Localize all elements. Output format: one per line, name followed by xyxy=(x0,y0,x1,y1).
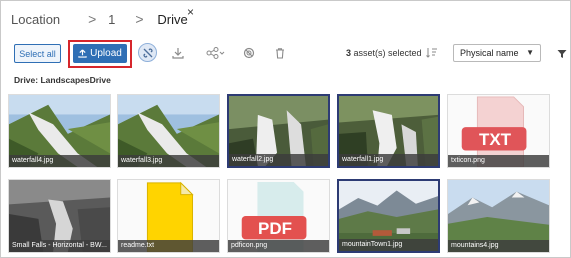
asset-tile[interactable]: waterfall3.jpg xyxy=(117,94,220,168)
filter-icon[interactable] xyxy=(557,46,567,64)
asset-tile-selected[interactable]: mountainTown1.jpg xyxy=(337,179,440,253)
sort-icon[interactable] xyxy=(426,46,438,64)
selection-suffix: asset(s) selected xyxy=(351,48,422,58)
breadcrumb-current: Drive xyxy=(157,11,188,27)
share-icon[interactable] xyxy=(205,44,227,62)
close-icon[interactable]: × xyxy=(187,5,194,19)
asset-tile[interactable]: TXT txticon.png xyxy=(447,94,550,168)
asset-tile[interactable]: PDF pdficon.png xyxy=(227,179,330,253)
selection-count: 3 asset(s) selected xyxy=(346,48,422,58)
asset-tile-selected[interactable]: waterfall2.jpg xyxy=(227,94,330,168)
no-entry-icon[interactable] xyxy=(240,44,258,62)
asset-name: mountains4.jpg xyxy=(448,240,549,252)
drive-label-prefix: Drive: xyxy=(14,75,39,85)
breadcrumb-location[interactable]: Location xyxy=(11,12,60,27)
pdf-badge-label: PDF xyxy=(258,219,292,238)
upload-label: Upload xyxy=(90,48,122,59)
download-icon[interactable] xyxy=(169,44,187,62)
drive-name: LandscapesDrive xyxy=(40,75,111,85)
asset-browser-window: Location > 1 > Drive × Select all Upload xyxy=(0,0,571,258)
sort-select-value: Physical name xyxy=(460,48,519,58)
asset-name: waterfall3.jpg xyxy=(118,155,219,167)
asset-tile-selected[interactable]: waterfall1.jpg xyxy=(337,94,440,168)
asset-name: waterfall4.jpg xyxy=(9,155,110,167)
asset-name: Small Falls - Horizontal - BW... xyxy=(9,240,110,252)
asset-tile[interactable]: waterfall4.jpg xyxy=(8,94,111,168)
asset-tile[interactable]: readme.txt xyxy=(117,179,220,253)
asset-tile[interactable]: Small Falls - Horizontal - BW... xyxy=(8,179,111,253)
chevron-right-icon: > xyxy=(88,11,97,27)
trash-icon[interactable] xyxy=(271,44,289,62)
asset-name: waterfall2.jpg xyxy=(229,154,328,166)
asset-tile[interactable]: mountains4.jpg xyxy=(447,179,550,253)
upload-icon xyxy=(78,49,87,58)
upload-button[interactable]: Upload xyxy=(73,44,127,63)
txt-badge-label: TXT xyxy=(478,130,512,149)
asset-name: txticon.png xyxy=(448,155,549,167)
drive-label: Drive: LandscapesDrive xyxy=(14,75,111,85)
asset-name: readme.txt xyxy=(118,240,219,252)
asset-name: mountainTown1.jpg xyxy=(339,239,438,251)
sort-select[interactable]: Physical name ▼ xyxy=(453,44,541,62)
chevron-right-icon: > xyxy=(135,11,144,27)
breadcrumb-level-1[interactable]: 1 xyxy=(108,12,115,27)
select-all-button[interactable]: Select all xyxy=(14,44,61,63)
unlink-icon[interactable] xyxy=(138,43,157,62)
asset-name: waterfall1.jpg xyxy=(339,154,438,166)
asset-name: pdficon.png xyxy=(228,240,329,252)
breadcrumb: Location > 1 > Drive xyxy=(11,10,188,28)
chevron-down-icon: ▼ xyxy=(526,48,534,57)
